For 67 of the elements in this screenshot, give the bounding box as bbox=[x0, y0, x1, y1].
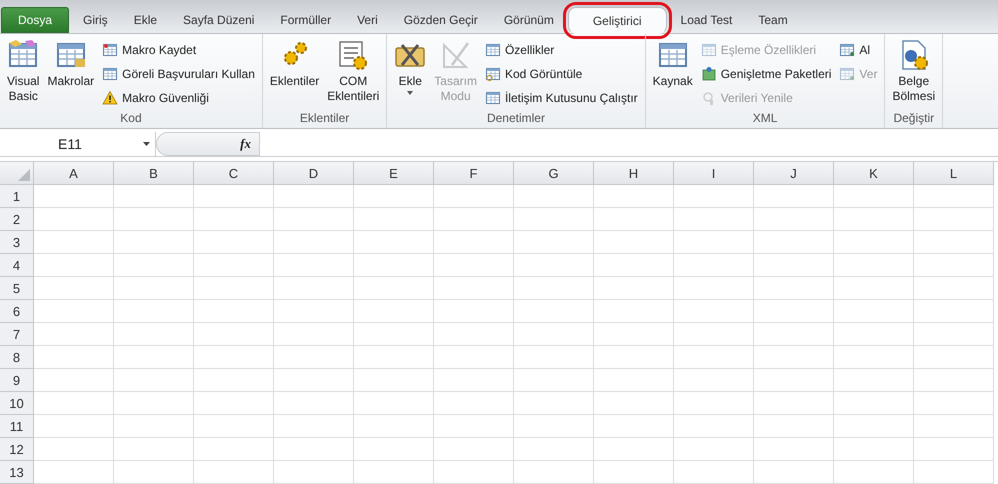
ribbon-tab[interactable]: Ekle bbox=[122, 7, 170, 33]
row-header[interactable]: 5 bbox=[0, 277, 34, 300]
record-macro-icon bbox=[102, 42, 118, 58]
row-header[interactable]: 6 bbox=[0, 300, 34, 323]
ribbon-tab[interactable]: Veri bbox=[345, 7, 390, 33]
ribbon-button[interactable]: Özellikler bbox=[482, 39, 641, 61]
name-box[interactable]: E11 bbox=[0, 132, 156, 156]
warning-icon bbox=[102, 90, 118, 106]
group-label: Kod bbox=[119, 110, 143, 127]
row-header[interactable]: 10 bbox=[0, 392, 34, 415]
ribbon-button[interactable]: İletişim Kutusunu Çalıştır bbox=[482, 87, 641, 109]
group-label: XML bbox=[752, 110, 778, 127]
column-header[interactable]: E bbox=[354, 162, 434, 185]
ribbon-tab[interactable]: Görünüm bbox=[492, 7, 566, 33]
row-header[interactable]: 2 bbox=[0, 208, 34, 231]
column-header[interactable]: B bbox=[114, 162, 194, 185]
package-icon bbox=[700, 66, 717, 82]
ribbon-button[interactable]: Ekle bbox=[391, 37, 430, 110]
ribbon-tab[interactable]: Load Test bbox=[668, 7, 744, 33]
ribbon-button[interactable]: Al bbox=[836, 39, 880, 61]
caret-icon bbox=[143, 142, 150, 146]
column-header[interactable]: K bbox=[834, 162, 914, 185]
ribbon-button[interactable]: Genişletme Paketleri bbox=[698, 63, 834, 85]
ribbon-button[interactable]: Belge Bölmesi bbox=[889, 37, 938, 110]
column-header[interactable]: F bbox=[434, 162, 514, 185]
row-header[interactable]: 1 bbox=[0, 185, 34, 208]
ribbon-tab[interactable]: Sayfa Düzeni bbox=[171, 7, 266, 33]
row-header[interactable]: 3 bbox=[0, 231, 34, 254]
row-header[interactable]: 8 bbox=[0, 346, 34, 369]
row-header[interactable]: 7 bbox=[0, 323, 34, 346]
group-label: Denetimler bbox=[486, 110, 546, 127]
ribbon-button[interactable]: Kod Görüntüle bbox=[482, 63, 641, 85]
column-header[interactable]: G bbox=[514, 162, 594, 185]
ribbon-button[interactable]: Makro Güvenliği bbox=[99, 87, 258, 109]
ribbon-tab[interactable]: Gözden Geçir bbox=[392, 7, 490, 33]
caret-icon bbox=[407, 91, 414, 95]
ribbon-button[interactable]: Visual Basic bbox=[4, 37, 42, 110]
group-label: Değiştir bbox=[892, 110, 936, 127]
checklist-gear-icon bbox=[337, 39, 370, 71]
row-header[interactable]: 9 bbox=[0, 369, 34, 392]
file-tab[interactable]: Dosya bbox=[1, 7, 70, 33]
row-header[interactable]: 13 bbox=[0, 461, 34, 484]
ribbon-tab[interactable]: Formüller bbox=[268, 7, 344, 33]
column-header[interactable]: H bbox=[594, 162, 674, 185]
triangle-icon bbox=[18, 169, 30, 181]
ribbon-button[interactable]: COM Eklentileri bbox=[324, 37, 382, 110]
cell-grid[interactable] bbox=[34, 185, 994, 484]
column-header[interactable]: L bbox=[914, 162, 994, 185]
group-label: Eklentiler bbox=[298, 110, 350, 127]
column-header[interactable]: D bbox=[274, 162, 354, 185]
ribbon-button[interactable]: Makrolar bbox=[44, 37, 98, 110]
column-header[interactable]: C bbox=[194, 162, 274, 185]
ribbon-button[interactable]: Makro Kaydet bbox=[99, 39, 258, 61]
column-header[interactable]: J bbox=[754, 162, 834, 185]
column-header[interactable]: I bbox=[674, 162, 754, 185]
ribbon-tab[interactable]: Team bbox=[746, 7, 800, 33]
row-header[interactable]: 4 bbox=[0, 254, 34, 277]
row-header[interactable]: 12 bbox=[0, 438, 34, 461]
select-all-corner[interactable] bbox=[0, 162, 34, 185]
ribbon-tab[interactable]: Giriş bbox=[71, 7, 120, 33]
ribbon-button[interactable]: Eklentiler bbox=[266, 37, 322, 110]
ribbon-button[interactable]: Kaynak bbox=[650, 37, 696, 110]
column-header[interactable]: A bbox=[34, 162, 114, 185]
row-header[interactable]: 11 bbox=[0, 415, 34, 438]
ribbon-button[interactable]: Göreli Başvuruları Kullan bbox=[99, 63, 258, 85]
magnifier-window-icon bbox=[484, 66, 501, 82]
insert-function-button[interactable]: fx bbox=[240, 136, 251, 152]
